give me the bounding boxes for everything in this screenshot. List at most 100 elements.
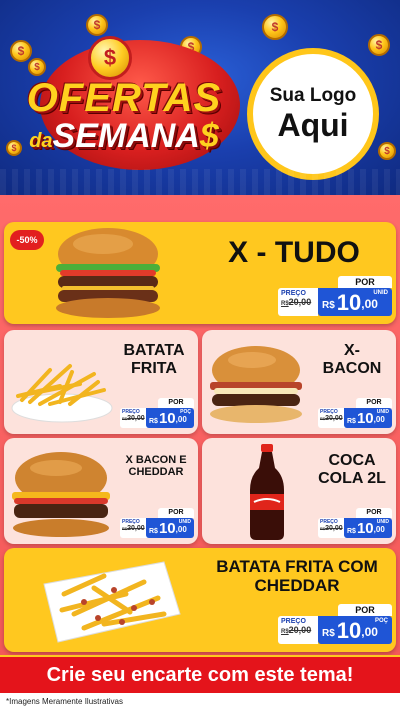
old-price: R$20,00: [320, 415, 343, 422]
price-integer: 10: [336, 618, 362, 643]
current-price: R$ 10 ,00 POÇ: [318, 616, 392, 644]
old-price: R$20,00: [122, 525, 145, 532]
price-tag: POR PREÇO R$20,00 R$ 10 ,00 POÇ: [278, 604, 392, 644]
current-price: R$ 10 ,00 POÇ: [146, 408, 194, 428]
price-decimal: ,00: [361, 297, 378, 311]
product-name-line2: FRITA: [131, 359, 177, 377]
product-card-batata-cheddar[interactable]: BATATA FRITA COM CHEDDAR POR PREÇO R$20,…: [4, 548, 396, 652]
old-price-box: PREÇO R$20,00: [278, 288, 318, 316]
burger-icon: [56, 228, 160, 318]
burger-icon: [210, 346, 302, 423]
product-name-line1: X BACON E: [125, 454, 187, 466]
dollar-coin-icon: $: [88, 36, 132, 80]
product-name-line2: BACON: [322, 359, 382, 377]
price-tag: POR PREÇO R$20,00 R$ 10 ,00 UNID: [318, 508, 392, 538]
preco-label: PREÇO: [281, 618, 306, 625]
price-decimal: ,00: [373, 525, 385, 534]
coin-icon: $: [262, 14, 288, 40]
header-banner: $ $ $ $ $ $ $ $ $ $ OFERTAS daSEMANA$ Su…: [0, 0, 400, 195]
price-integer: 10: [158, 410, 176, 427]
product-name: X BACON E CHEDDAR: [116, 454, 196, 478]
product-name-line2: CHEDDAR: [254, 575, 340, 595]
product-name: BATATA FRITA: [114, 342, 194, 377]
currency: R$: [322, 300, 335, 311]
por-label: POR: [338, 604, 392, 616]
product-name-line2: COLA 2L: [318, 469, 386, 487]
product-name-line1: COCA: [328, 452, 376, 469]
currency: R$: [149, 418, 158, 425]
price-decimal: ,00: [361, 625, 378, 639]
currency: R$: [149, 528, 158, 535]
unit-label: POÇ: [374, 618, 388, 624]
product-name-line2: CHEDDAR: [128, 466, 184, 479]
burger-icon: [12, 452, 110, 537]
old-price-box: PREÇO R$20,00: [120, 518, 148, 538]
product-card-x-bacon-cheddar[interactable]: X BACON E CHEDDAR POR PREÇO R$20,00 R$ 1…: [4, 438, 198, 544]
discount-badge: -50%: [10, 230, 44, 250]
unit-label: UNID: [376, 409, 389, 415]
product-name-line1: BATATA FRITA COM: [216, 557, 378, 576]
currency: R$: [347, 528, 356, 535]
unit-label: UNID: [178, 519, 191, 525]
soda-bottle-icon: [250, 444, 284, 540]
product-card-x-tudo[interactable]: -50% X - TUDO POR PREÇO R$20,00 R$ 10 ,0…: [4, 222, 396, 324]
old-price-box: PREÇO R$20,00: [318, 518, 346, 538]
coin-icon: $: [10, 40, 32, 62]
product-name: X- BACON: [312, 342, 392, 377]
price-decimal: ,00: [175, 525, 187, 534]
price-integer: 10: [336, 290, 362, 315]
por-label: POR: [338, 276, 392, 288]
currency: R$: [322, 628, 335, 639]
product-name-line1: BATATA: [123, 342, 185, 359]
price-tag: POR PREÇO R$20,00 R$ 10 ,00 UNID: [318, 398, 392, 428]
product-name-line1: X-: [344, 342, 360, 359]
offer-title: OFERTAS: [26, 76, 222, 120]
product-card-x-bacon[interactable]: X- BACON POR PREÇO R$20,00 R$ 10 ,00 UNI…: [202, 330, 396, 434]
unit-label: POÇ: [180, 409, 191, 415]
old-price: R$20,00: [281, 625, 312, 635]
preco-label: PREÇO: [281, 290, 306, 297]
price-tag: POR PREÇO R$20,00 R$ 10 ,00 UNID: [278, 276, 392, 316]
offer-subtitle-main: SEMANA: [52, 117, 200, 155]
logo-text-line1: Sua Logo: [269, 85, 357, 106]
price-decimal: ,00: [175, 415, 187, 424]
coin-icon: $: [28, 58, 46, 76]
por-label: POR: [158, 398, 194, 408]
coin-icon: $: [368, 34, 390, 56]
product-name: BATATA FRITA COM CHEDDAR: [202, 557, 392, 595]
price-integer: 10: [356, 410, 374, 427]
current-price: R$ 10 ,00 UNID: [344, 408, 392, 428]
old-price: R$20,00: [281, 297, 312, 307]
por-label: POR: [356, 508, 392, 518]
unit-label: UNID: [376, 519, 389, 525]
current-price: R$ 10 ,00 UNID: [344, 518, 392, 538]
price-tag: POR PREÇO R$20,00 R$ 10 ,00 UNID: [120, 508, 194, 538]
current-price: R$ 10 ,00 UNID: [318, 288, 392, 316]
por-label: POR: [356, 398, 392, 408]
currency: R$: [347, 418, 356, 425]
fries-icon: [11, 364, 113, 423]
dollar-sign: $: [199, 117, 219, 155]
cta-banner[interactable]: Crie seu encarte com este tema!: [0, 655, 400, 693]
old-price-box: PREÇO R$20,00: [318, 408, 346, 428]
por-label: POR: [158, 508, 194, 518]
logo-placeholder[interactable]: Sua Logo Aqui: [247, 48, 379, 180]
current-price: R$ 10 ,00 UNID: [146, 518, 194, 538]
footer-disclaimer: *Imagens Meramente Ilustrativas: [0, 693, 400, 711]
old-price-box: PREÇO R$20,00: [278, 616, 318, 644]
price-tag: POR PREÇO R$20,00 R$ 10 ,00 POÇ: [120, 398, 194, 428]
product-card-batata-frita[interactable]: BATATA FRITA POR PREÇO R$20,00 R$ 10 ,00…: [4, 330, 198, 434]
old-price-box: PREÇO R$20,00: [120, 408, 148, 428]
price-decimal: ,00: [373, 415, 385, 424]
unit-label: UNID: [373, 290, 388, 296]
product-name: COCA COLA 2L: [312, 452, 392, 487]
price-integer: 10: [158, 520, 176, 537]
price-integer: 10: [356, 520, 374, 537]
coin-icon: $: [378, 142, 396, 160]
cheese-fries-icon: [43, 561, 181, 643]
old-price: R$20,00: [320, 525, 343, 532]
coin-icon: $: [86, 14, 108, 36]
product-card-coca-cola[interactable]: COCA COLA 2L POR PREÇO R$20,00 R$ 10 ,00…: [202, 438, 396, 544]
offer-subtitle: daSEMANA$: [14, 116, 234, 161]
cta-text: Crie seu encarte com este tema!: [46, 663, 354, 686]
